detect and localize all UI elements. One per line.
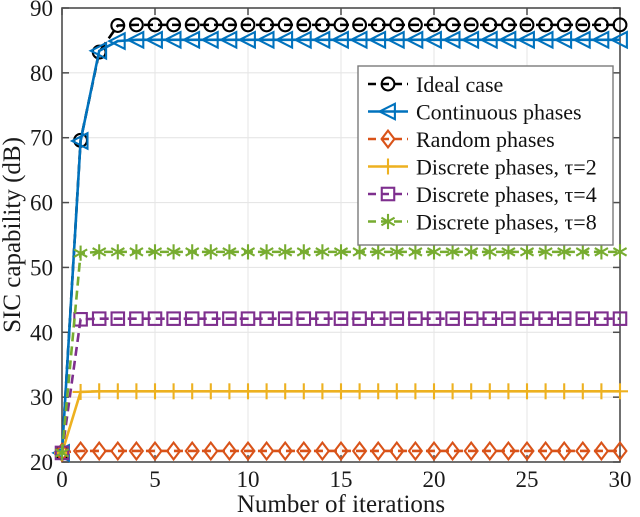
y-tick-label: 80 xyxy=(30,61,53,86)
x-tick-label: 20 xyxy=(423,467,446,492)
y-tick-label: 90 xyxy=(30,0,53,21)
y-axis-tick-labels: 20 30 40 50 60 70 80 90 xyxy=(30,0,53,475)
x-axis-title: Number of iterations xyxy=(237,491,445,517)
chart-canvas: 0 5 10 15 20 25 30 20 30 40 50 60 70 80 90 Number of … xyxy=(0,0,632,517)
y-axis-title: SIC capability (dB) xyxy=(0,137,26,333)
chart-figure: 0 5 10 15 20 25 30 20 30 40 50 60 70 80 90 Number of … xyxy=(0,0,640,517)
y-tick-label: 50 xyxy=(30,255,53,280)
x-tick-label: 0 xyxy=(56,467,68,492)
legend-label-2: Random phases xyxy=(416,127,555,152)
x-tick-label: 30 xyxy=(609,467,632,492)
x-axis-tick-labels: 0 5 10 15 20 25 30 xyxy=(56,467,631,492)
legend-label-1: Continuous phases xyxy=(416,100,582,125)
y-tick-label: 40 xyxy=(30,320,53,345)
legend-label-0: Ideal case xyxy=(416,72,503,97)
x-tick-label: 5 xyxy=(149,467,161,492)
legend-label-3: Discrete phases, τ=2 xyxy=(416,155,597,180)
legend: Ideal case Continuous phasesRandom phases… xyxy=(357,65,614,246)
y-tick-label: 20 xyxy=(30,450,53,475)
legend-label-5: Discrete phases, τ=8 xyxy=(416,210,597,235)
x-tick-label: 10 xyxy=(237,467,260,492)
x-tick-label: 15 xyxy=(330,467,353,492)
y-tick-label: 60 xyxy=(30,191,53,216)
y-tick-label: 30 xyxy=(30,385,53,410)
legend-label-4: Discrete phases, τ=4 xyxy=(416,182,597,207)
y-tick-label: 70 xyxy=(30,126,53,151)
x-tick-label: 25 xyxy=(516,467,539,492)
